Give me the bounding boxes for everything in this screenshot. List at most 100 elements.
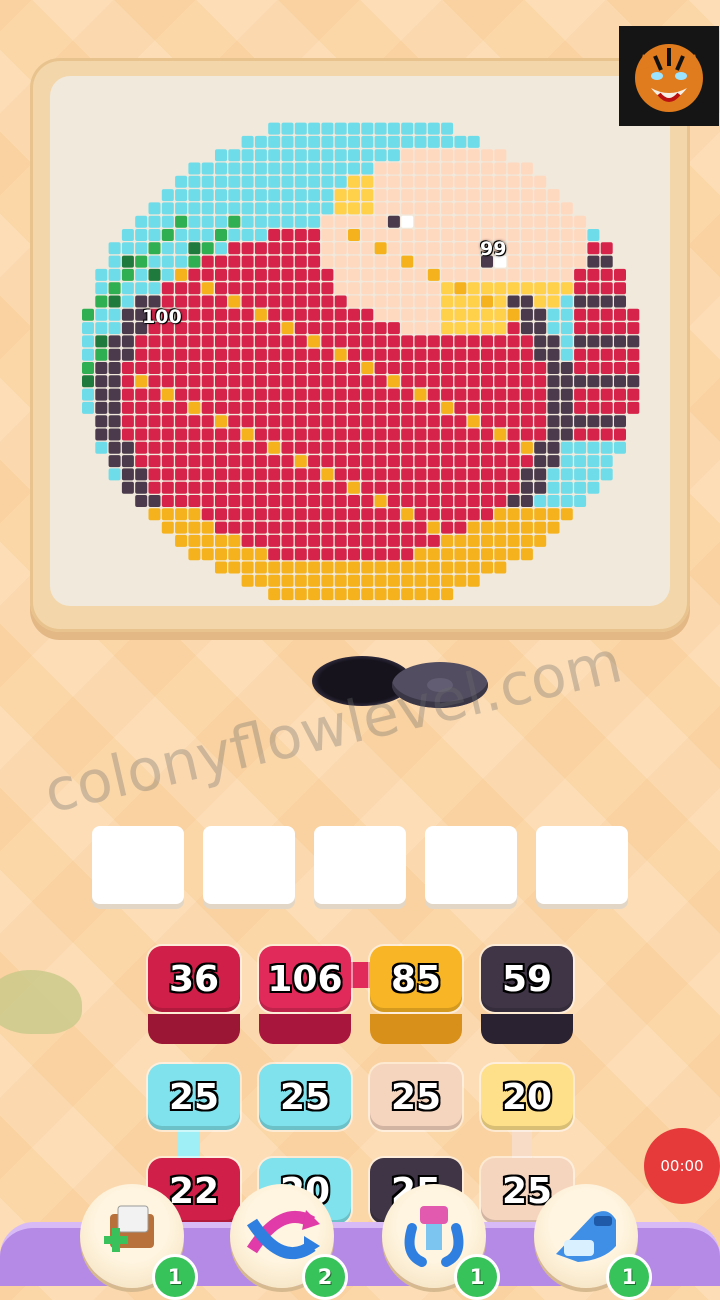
pixel-cell [361,242,374,255]
pixel-cell [215,268,227,281]
add-slot-booster-button[interactable]: 1 [80,1184,198,1300]
pixel-cell [308,242,321,255]
pixel-cell [334,388,347,401]
colony-tile-pink[interactable]: 106 [259,946,351,1012]
slot[interactable] [536,826,628,904]
pixel-cell [334,375,347,388]
pixel-cell [294,588,307,601]
pixel-cell [600,362,613,374]
booster-count-badge: 1 [152,1254,198,1300]
pixel-cell [348,242,360,255]
pixel-cell [308,322,321,335]
slot[interactable] [92,826,184,904]
colony-tile-dark[interactable]: 59 [481,946,573,1012]
pixel-cell [348,508,360,521]
pixel-cell [161,335,174,348]
pixel-cell [427,561,440,574]
colony-tile-cyan[interactable]: 25 [259,1064,351,1130]
pixel-cell [321,588,334,601]
pixel-cell [321,415,334,428]
pixel-cell [427,468,440,481]
pixel-cell [494,282,507,295]
pixel-cell [494,149,507,162]
pixel-cell [401,335,414,348]
pixel-cell [627,375,640,388]
pixel-cell [414,508,427,521]
pixel-cell [281,375,294,388]
slot[interactable] [425,826,517,904]
pixel-cell [188,508,201,521]
pixel-cell [441,495,454,507]
pixel-cell [427,481,440,494]
pixel-cell [547,401,560,414]
pixel-cell [348,348,360,361]
pixel-cell [148,282,161,295]
colony-tile-peach[interactable]: 25 [370,1064,462,1130]
pixel-cell [441,375,454,388]
pixel-cell [441,401,454,414]
pixel-cell [148,441,161,454]
pixel-cell [574,388,587,401]
pixel-cell [374,588,387,601]
pixel-cell [520,282,533,295]
pixel-cell [201,348,214,361]
pixel-cell [334,135,347,148]
pixel-cell [321,149,334,162]
pixel-cell [427,335,440,348]
pixel-cell [401,295,414,308]
pixel-cell [467,468,480,481]
pixel-cell [175,335,188,348]
pixel-cell [294,455,307,468]
pixel-cell [587,375,600,388]
pixel-cell [188,495,201,507]
pixel-cell [427,202,440,215]
pixel-cell [334,362,347,374]
pixel-cell [494,215,507,228]
colony-tile-yellow[interactable]: 85 [370,946,462,1012]
slot[interactable] [203,826,295,904]
pixel-cell [321,481,334,494]
slot[interactable] [314,826,406,904]
pixel-cell [308,175,321,188]
colony-tile-red[interactable]: 36 [148,946,240,1012]
pixel-cell [108,375,121,388]
pixel-cell [387,202,400,215]
pixel-cell [281,388,294,401]
pixel-cell [201,508,214,521]
pixel-cell [121,348,134,361]
pixel-cell [520,521,533,534]
pixel-cell [507,495,520,507]
pixel-cell [241,162,254,175]
pixel-cell [481,202,493,215]
pixel-cell [414,215,427,228]
pixel-cell [481,441,493,454]
pixel-cell [481,388,493,401]
shuffle-booster-button[interactable]: 2 [230,1184,348,1300]
pixel-cell [254,574,267,587]
pixel-cell [441,295,454,308]
vacuum-booster-button[interactable]: 1 [534,1184,652,1300]
pixel-cell [148,348,161,361]
pixel-cell [121,282,134,295]
pixel-cell [520,428,533,441]
pixel-cell [467,242,480,255]
colony-tile-cyan[interactable]: 25 [148,1064,240,1130]
pixel-cell [441,322,454,335]
pixel-cell [414,242,427,255]
pixel-cell [148,468,161,481]
pixel-cell [281,162,294,175]
pixel-cell [614,375,626,388]
magnet-booster-button[interactable]: 1 [382,1184,500,1300]
pixel-cell [547,189,560,202]
pixel-cell [427,242,440,255]
pixel-cell [441,149,454,162]
pixel-cell [348,162,360,175]
pixel-cell [414,548,427,561]
pixel-cell [507,534,520,547]
pixel-cell [361,401,374,414]
pixel-cell [534,175,547,188]
colony-tile-light-yellow[interactable]: 20 [481,1064,573,1130]
pixel-cell [321,175,334,188]
pixel-cell [414,441,427,454]
pixel-cell [534,282,547,295]
